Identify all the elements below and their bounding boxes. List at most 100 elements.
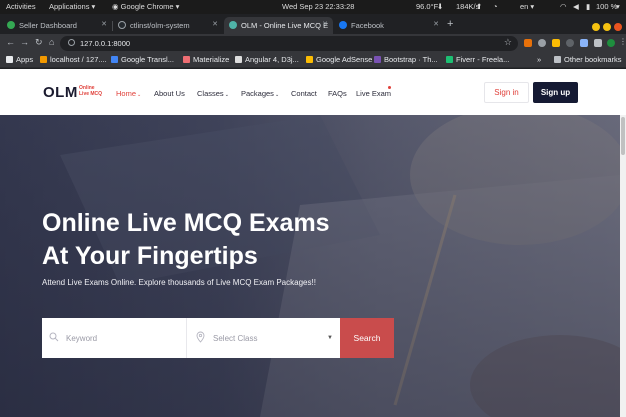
nav-packages[interactable]: Packages⌄ <box>241 89 279 98</box>
reload-icon[interactable]: ↻ <box>35 37 43 48</box>
extensions-puzzle-icon[interactable] <box>594 39 602 47</box>
site-logo[interactable]: OLM <box>43 84 78 101</box>
nav-live-exam[interactable]: Live Exam <box>356 89 391 98</box>
hero-title-line1: Online Live MCQ Exams <box>42 209 330 237</box>
page-scrollbar[interactable] <box>620 115 626 417</box>
profile-avatar[interactable] <box>607 39 615 47</box>
chevron-down-icon: ⌄ <box>224 92 229 98</box>
tab-olm-active[interactable]: OLM - Online Live MCQ E ✕ <box>224 17 333 34</box>
applications-label: Applications <box>49 2 90 11</box>
bootstrap-icon <box>374 56 381 63</box>
bookmark-materialize[interactable]: Materialize <box>183 55 229 64</box>
bookmark-label: Fiverr - Freela... <box>456 55 510 64</box>
nav-classes-label: Classes <box>197 89 224 98</box>
hero-title-line2: At Your Fingertips <box>42 242 258 270</box>
app-name: Google Chrome <box>120 2 174 11</box>
search-icon <box>49 332 59 342</box>
volume-icon[interactable]: ◀ <box>573 2 579 11</box>
address-bar[interactable]: 127.0.0.1:8000 ☆ <box>60 36 518 51</box>
language-indicator[interactable]: en ▾ <box>520 2 534 11</box>
angular-icon <box>235 56 242 63</box>
scrollbar-thumb[interactable] <box>621 117 625 155</box>
nav-contact[interactable]: Contact <box>291 89 317 98</box>
minimize-window-button[interactable] <box>592 23 600 31</box>
close-tab-icon[interactable]: ✕ <box>433 20 439 28</box>
close-tab-icon[interactable]: ✕ <box>322 20 328 28</box>
close-window-button[interactable] <box>614 23 622 31</box>
back-icon[interactable]: ← <box>6 37 15 47</box>
site-info-icon[interactable] <box>68 39 75 46</box>
bookmark-google-translate[interactable]: Google Transl... <box>111 55 174 64</box>
tab-seller-dashboard[interactable]: Seller Dashboard ✕ <box>2 17 112 34</box>
bookmark-label: Angular 4, D3j... <box>245 55 299 64</box>
extension-icon[interactable] <box>538 39 546 47</box>
chrome-icon: ◉ <box>112 2 119 11</box>
live-indicator-dot <box>388 86 391 89</box>
adsense-icon <box>306 56 313 63</box>
select-class-dropdown[interactable]: Select Class ▼ <box>188 318 340 358</box>
other-bookmarks[interactable]: Other bookmarks <box>554 55 622 64</box>
forward-icon[interactable]: → <box>20 37 29 47</box>
bookmark-fiverr[interactable]: Fiverr - Freela... <box>446 55 509 64</box>
nav-about[interactable]: About Us <box>154 89 185 98</box>
bookmark-star-icon[interactable]: ☆ <box>504 37 512 48</box>
battery-percent: 100 % <box>596 2 618 11</box>
new-tab-button[interactable]: + <box>447 18 453 30</box>
bookmark-adsense[interactable]: Google AdSense <box>306 55 372 64</box>
tab-facebook[interactable]: Facebook ✕ <box>334 17 444 34</box>
nav-faqs[interactable]: FAQs <box>328 89 347 98</box>
app-menu[interactable]: ◉ Google Chrome ▾ <box>112 2 179 11</box>
facebook-icon <box>339 21 347 29</box>
tab-strip: Seller Dashboard ✕ ctlinst/olm-system ✕ … <box>0 14 626 34</box>
bookmark-label: Materialize <box>193 55 230 64</box>
applications-menu[interactable]: Applications ▾ <box>49 2 95 11</box>
bookmark-label: Google AdSense <box>316 55 373 64</box>
ubuntu-icon[interactable]: ◔ <box>493 2 498 11</box>
translate-icon <box>111 56 118 63</box>
nav-home[interactable]: Home⌄ <box>116 89 141 98</box>
temperature-readout: 96.0°F <box>416 2 439 11</box>
tab-favicon-icon <box>7 21 15 29</box>
extension-icon[interactable] <box>566 39 574 47</box>
keyword-input[interactable]: Keyword <box>42 318 187 358</box>
tab-olm-system-github[interactable]: ctlinst/olm-system ✕ <box>113 17 223 34</box>
close-tab-icon[interactable]: ✕ <box>212 20 218 28</box>
nav-packages-label: Packages <box>241 89 274 98</box>
folder-icon <box>554 56 561 63</box>
system-menu-icon[interactable]: ▾ <box>616 2 620 11</box>
chrome-menu-icon[interactable]: ⋮ <box>619 37 626 46</box>
wifi-icon[interactable]: ◠ <box>560 2 567 11</box>
bookmark-localhost[interactable]: localhost / 127.... <box>40 55 107 64</box>
clock[interactable]: Wed Sep 23 22:33:28 <box>282 2 354 11</box>
battery-icon[interactable]: ▮ <box>586 2 590 11</box>
chevron-down-icon: ⌄ <box>274 92 280 98</box>
sign-in-button[interactable]: Sign in <box>484 82 529 103</box>
extension-icon[interactable] <box>552 39 560 47</box>
sign-up-button[interactable]: Sign up <box>533 82 578 103</box>
speed-arrow-icon: ⬇ <box>437 2 444 11</box>
extension-icon[interactable] <box>524 39 532 47</box>
bookmark-bootstrap[interactable]: Bootstrap · Th... <box>374 55 438 64</box>
site-header: OLM Online Live MCQ Home⌄ About Us Class… <box>0 69 626 115</box>
logo-tagline-line2: Live MCQ <box>79 90 103 97</box>
bookmark-label: Apps <box>16 55 34 64</box>
bookmark-angular[interactable]: Angular 4, D3j... <box>235 55 299 64</box>
keyword-placeholder: Keyword <box>66 334 98 343</box>
tab-title: Facebook <box>351 21 384 30</box>
home-icon[interactable]: ⌂ <box>49 37 54 47</box>
nav-classes[interactable]: Classes⌄ <box>197 89 229 98</box>
os-top-bar: Activities Applications ▾ ◉ Google Chrom… <box>0 0 626 14</box>
close-tab-icon[interactable]: ✕ <box>101 20 107 28</box>
logo-tagline: Online Live MCQ <box>79 85 103 97</box>
bookmarks-overflow-icon[interactable]: » <box>537 55 541 64</box>
bookmark-label: Bootstrap · Th... <box>384 55 438 64</box>
bookmark-label: localhost / 127.... <box>50 55 107 64</box>
url-text: 127.0.0.1:8000 <box>80 39 131 48</box>
bookmark-apps[interactable]: Apps <box>6 55 33 64</box>
olm-favicon-icon <box>229 21 237 29</box>
activities-button[interactable]: Activities <box>6 2 36 11</box>
nav-home-label: Home <box>116 89 137 98</box>
search-button[interactable]: Search <box>340 318 394 358</box>
maximize-window-button[interactable] <box>603 23 611 31</box>
extension-icon[interactable] <box>580 39 588 47</box>
